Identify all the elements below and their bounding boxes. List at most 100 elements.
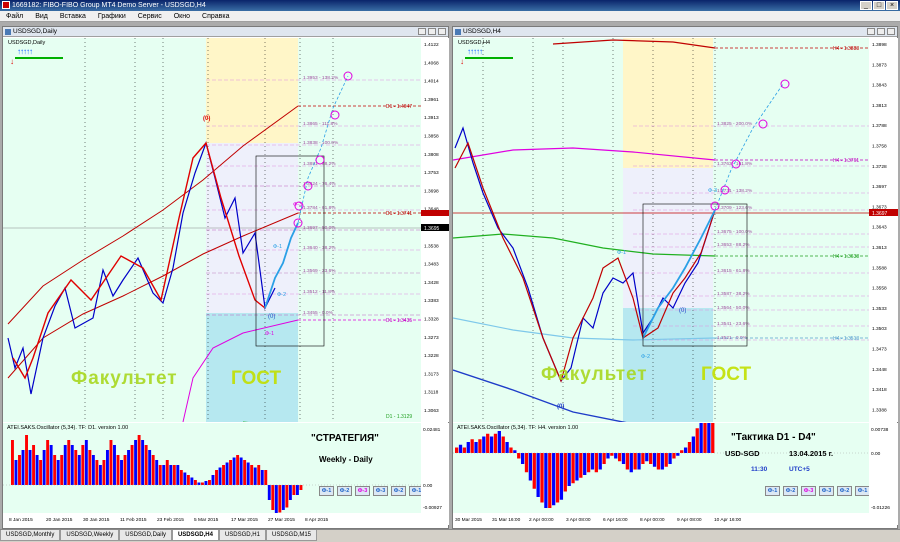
price-tick: 1.3328 [424, 317, 439, 323]
max-button[interactable] [877, 28, 885, 35]
tab-daily[interactable]: USDSGD,Daily [119, 530, 172, 541]
symbol-label: USDSGD,H4 [458, 40, 491, 46]
oscillator-axis: 0.02481 0.00 -0.00927 [421, 423, 449, 513]
tactic-timezone: UTC+5 [789, 466, 810, 473]
date-tick: 30 Mar 2015 [455, 517, 482, 523]
wave-button[interactable]: Ф-3 [801, 486, 816, 496]
watermark-gost: ГОСТ [231, 368, 282, 389]
menu-window[interactable]: Окно [168, 11, 196, 22]
chart-window-h4[interactable]: USDSGD,H4 1.3825 - 200.0% 1.3763 - 161.8%… [452, 26, 898, 529]
osc-bar [691, 436, 695, 453]
close-button[interactable]: × [886, 1, 898, 10]
osc-bar [28, 450, 32, 485]
minimize-button[interactable]: _ [860, 1, 872, 10]
price-axis[interactable]: 1.3898 1.3873 1.3843 1.3813 1.3788 1.3758 1.37… [869, 38, 898, 422]
osc-bar [239, 457, 243, 485]
date-tick: 23 Feb 2015 [157, 517, 184, 523]
price-tick: 1.3428 [424, 280, 439, 286]
max-button[interactable] [428, 28, 436, 35]
osc-bar [264, 470, 268, 485]
tab-weekly[interactable]: USDSGD,Weekly [60, 530, 120, 541]
zone-lavender [623, 168, 713, 308]
tab-monthly[interactable]: USDSGD,Monthly [0, 530, 61, 541]
wave-button[interactable]: Ф-1 [319, 486, 334, 496]
wave-button[interactable]: Ф-2 [783, 486, 798, 496]
chart-window-title[interactable]: USDSGD,Daily [3, 27, 448, 37]
osc-tick: 0.02481 [423, 427, 441, 433]
tab-m15[interactable]: USDSGD,M15 [265, 530, 317, 541]
chart-window-title-text: USDSGD,H4 [463, 28, 501, 35]
oscillator-panel[interactable]: ATEI.SAKS.Oscillator (5,34). TF: H4. ver… [453, 423, 869, 513]
current-price-label: 1.3695 [424, 226, 440, 232]
osc-bar [84, 440, 88, 485]
osc-bar [123, 455, 127, 485]
osc-bar [501, 436, 505, 453]
wave-button[interactable]: Ф-3 [355, 486, 370, 496]
price-tick: 1.3858 [424, 134, 439, 140]
wave-button[interactable]: Ф-3 [819, 486, 834, 496]
osc-bar [88, 450, 92, 485]
osc-bar [559, 453, 564, 500]
maximize-button[interactable]: □ [873, 1, 885, 10]
min-button[interactable] [867, 28, 875, 35]
wave-button[interactable]: Ф-1 [765, 486, 780, 496]
time-axis: 30 Mar 2015 31 Mar 16:00 2 Apr 00:00 3 Apr … [453, 513, 898, 525]
menu-file[interactable]: Файл [0, 11, 29, 22]
chart-window-title[interactable]: USDSGD,H4 [453, 27, 897, 37]
osc-bar [594, 453, 598, 473]
osc-bar [151, 455, 155, 485]
osc-bar [470, 439, 474, 453]
fib-level-label: 1.3587 - 38.2% [717, 291, 750, 297]
price-axis[interactable]: 1.4122 1.4068 1.4014 1.3961 1.3913 1.3858 1.38… [421, 38, 449, 422]
osc-bar [105, 450, 109, 485]
osc-bar [520, 453, 525, 464]
osc-tick: 0.00738 [871, 427, 889, 433]
fib-level-label: 1.3865 - 111.8% [303, 121, 338, 127]
osc-bar [586, 453, 591, 473]
price-tick: 1.3753 [424, 170, 439, 176]
price-chart[interactable]: 1.3825 - 200.0% 1.3763 - 161.8% 1.3731 - 1… [453, 38, 869, 422]
fib-level-label: 1.3784 - 61.8% [303, 205, 336, 211]
price-chart[interactable]: 1.3953 - 138.2% 1.3865 - 111.8% 1.3838 - 1… [3, 38, 421, 422]
osc-bar [77, 455, 81, 485]
time-axis: 8 Jan 2015 20 Jan 2015 30 Jan 2015 11 Feb 2… [3, 513, 449, 525]
osc-bar [455, 447, 459, 453]
osc-bar [633, 453, 637, 470]
tab-h4[interactable]: USDSGD,H4 [171, 530, 219, 541]
date-tick: 31 Mar 16:00 [492, 517, 521, 523]
menu-help[interactable]: Справка [196, 11, 235, 22]
close-button[interactable] [438, 28, 446, 35]
min-button[interactable] [418, 28, 426, 35]
wave-button[interactable]: Ф-2 [837, 486, 852, 496]
fib-level-label: 1.3709 - 123.6% [717, 205, 753, 211]
chart-window-daily[interactable]: USDSGD,Daily 1.3953 - 138.2% 1.3865 - 111… [2, 26, 449, 529]
osc-bar [70, 445, 74, 485]
osc-bar [190, 477, 194, 485]
fib-level-label: 1.3838 - 100.0% [303, 140, 339, 146]
wave-button[interactable]: Ф-2 [391, 486, 406, 496]
osc-bar [711, 423, 715, 453]
tab-h1[interactable]: USDSGD,H1 [218, 530, 266, 541]
price-tick: 1.3473 [872, 347, 887, 353]
osc-bar [676, 453, 680, 456]
menu-insert[interactable]: Вставка [54, 11, 92, 22]
wave-button[interactable]: Ф-1 [855, 486, 869, 496]
down-arrow-icon: ↓ [10, 57, 14, 66]
menu-bar: Файл Вид Вставка Графики Сервис Окно Справка [0, 11, 900, 22]
menu-tools[interactable]: Сервис [132, 11, 168, 22]
wave-button[interactable]: Ф-1 [409, 486, 421, 496]
wave-button[interactable]: Ф-3 [373, 486, 388, 496]
oscillator-label: ATEI.SAKS.Oscillator (5,34). TF: D1. ver… [7, 425, 129, 431]
oscillator-panel[interactable]: ATEI.SAKS.Oscillator (5,34). TF: D1. ver… [3, 423, 421, 513]
osc-bar [60, 455, 64, 485]
osc-bar [285, 485, 289, 508]
wave-button[interactable]: Ф-2 [337, 486, 352, 496]
wave-label-f1: Ф-1 [617, 250, 626, 256]
menu-charts[interactable]: Графики [92, 11, 132, 22]
osc-bar [707, 423, 711, 453]
menu-view[interactable]: Вид [29, 11, 54, 22]
osc-bar [165, 460, 169, 485]
close-button[interactable] [887, 28, 895, 35]
osc-bar [617, 453, 622, 462]
wave-buttons: Ф-1 Ф-2 Ф-3 Ф-3 Ф-2 Ф-1 [319, 486, 421, 496]
